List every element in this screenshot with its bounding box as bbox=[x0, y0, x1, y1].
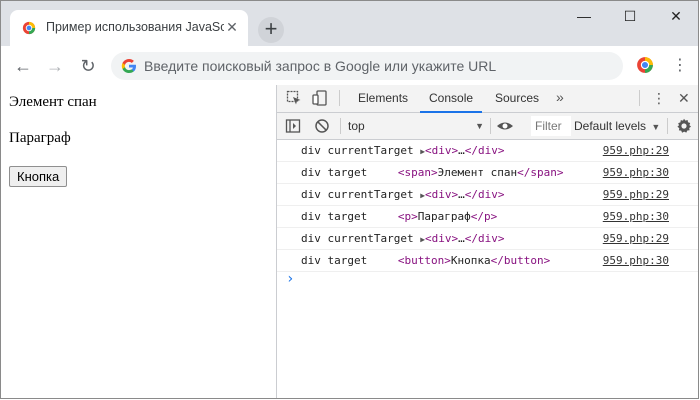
source-link[interactable]: 959.php:30 bbox=[603, 206, 669, 227]
favicon-icon bbox=[22, 21, 36, 35]
address-input-placeholder[interactable]: Введите поисковый запрос в Google или ук… bbox=[144, 58, 496, 74]
console-row: div target <span>Элемент спан</span> 959… bbox=[277, 162, 698, 184]
source-link[interactable]: 959.php:30 bbox=[603, 162, 669, 183]
gear-icon[interactable] bbox=[676, 118, 692, 134]
tab-close-icon[interactable]: ✕ bbox=[224, 19, 240, 35]
tag-open[interactable]: <div> bbox=[425, 188, 458, 201]
dropdown-arrow-icon: ▼ bbox=[475, 121, 484, 131]
tag-inner: … bbox=[458, 188, 465, 201]
toolbar-divider bbox=[340, 118, 341, 134]
page-button[interactable]: Кнопка bbox=[9, 166, 68, 187]
devtools-tab-bar: Elements Console Sources » ⋮ ✕ bbox=[277, 85, 698, 113]
page-viewport: Элемент спан Параграф Кнопка bbox=[1, 85, 276, 398]
tag-inner: Элемент спан bbox=[437, 166, 518, 179]
source-link[interactable]: 959.php:29 bbox=[603, 184, 669, 205]
log-prefix: div target bbox=[301, 210, 368, 223]
context-selector[interactable]: top ▼ bbox=[348, 116, 484, 136]
tag-inner: … bbox=[458, 232, 465, 245]
tag-close: </div> bbox=[464, 188, 505, 201]
tag-open[interactable]: <button> bbox=[398, 254, 451, 267]
extension-icon[interactable] bbox=[636, 56, 654, 74]
tag-open[interactable]: <p> bbox=[398, 210, 418, 223]
address-bar[interactable]: Введите поисковый запрос в Google или ук… bbox=[111, 52, 623, 80]
log-prefix: div target bbox=[301, 166, 368, 179]
close-window-button[interactable]: ✕ bbox=[653, 5, 698, 27]
minimize-button[interactable]: — bbox=[561, 5, 607, 27]
console-filter-input[interactable]: Filter bbox=[531, 116, 571, 136]
console-toolbar: top ▼ Filter Default levels ▼ bbox=[277, 113, 698, 140]
log-prefix: div target bbox=[301, 254, 368, 267]
forward-icon[interactable]: → bbox=[43, 54, 67, 78]
tag-inner: Параграф bbox=[417, 210, 471, 223]
log-prefix: div currentTarget bbox=[301, 144, 414, 157]
tag-inner: Кнопка bbox=[450, 254, 491, 267]
tab-console[interactable]: Console bbox=[419, 85, 483, 113]
source-link[interactable]: 959.php:29 bbox=[603, 140, 669, 161]
devtools-menu-icon[interactable]: ⋮ bbox=[652, 85, 666, 112]
inspect-element-icon[interactable] bbox=[286, 90, 302, 106]
log-levels-label: Default levels bbox=[574, 119, 647, 133]
reload-icon[interactable]: ↻ bbox=[76, 54, 100, 78]
console-row: div currentTarget ▶<div>…</div> 959.php:… bbox=[277, 140, 698, 162]
source-link[interactable]: 959.php:29 bbox=[603, 228, 669, 249]
log-prefix: div currentTarget bbox=[301, 188, 414, 201]
toolbar-divider bbox=[639, 90, 640, 106]
google-icon bbox=[121, 59, 136, 73]
browser-menu-icon[interactable]: ⋮ bbox=[670, 54, 690, 78]
console-sidebar-icon[interactable] bbox=[285, 118, 301, 134]
back-icon[interactable]: ← bbox=[11, 54, 35, 78]
tab-sources[interactable]: Sources bbox=[495, 85, 539, 112]
device-toolbar-icon[interactable] bbox=[312, 90, 328, 106]
source-link[interactable]: 959.php:30 bbox=[603, 250, 669, 271]
context-value: top bbox=[348, 119, 365, 133]
tab-strip: Пример использования JavaScript ✕ + — ☐ … bbox=[1, 1, 698, 46]
devtools-close-icon[interactable]: ✕ bbox=[678, 85, 690, 112]
toolbar-divider bbox=[490, 118, 491, 134]
clear-console-icon[interactable] bbox=[314, 118, 330, 134]
paragraph-element[interactable]: Параграф bbox=[9, 130, 71, 147]
console-prompt-icon[interactable]: › bbox=[286, 271, 294, 287]
tag-close: </p> bbox=[470, 210, 498, 223]
tab-title: Пример использования JavaScript bbox=[46, 20, 224, 34]
console-row: div target <button>Кнопка</button> 959.p… bbox=[277, 250, 698, 272]
tag-close: </div> bbox=[464, 144, 505, 157]
eye-icon[interactable] bbox=[496, 118, 514, 134]
tab-elements[interactable]: Elements bbox=[358, 85, 408, 112]
tag-close: </button> bbox=[490, 254, 551, 267]
browser-tab[interactable]: Пример использования JavaScript ✕ bbox=[10, 10, 248, 46]
dropdown-arrow-icon: ▼ bbox=[651, 122, 661, 132]
console-row: div currentTarget ▶<div>…</div> 959.php:… bbox=[277, 228, 698, 250]
console-messages: div currentTarget ▶<div>…</div> 959.php:… bbox=[277, 140, 698, 272]
more-tabs-icon[interactable]: » bbox=[556, 85, 564, 112]
toolbar-divider bbox=[667, 118, 668, 134]
tag-close: </span> bbox=[517, 166, 564, 179]
browser-window: Пример использования JavaScript ✕ + — ☐ … bbox=[0, 0, 699, 399]
browser-toolbar: ← → ↻ Введите поисковый запрос в Google … bbox=[1, 46, 698, 86]
new-tab-button[interactable]: + bbox=[258, 17, 284, 43]
span-element[interactable]: Элемент спан bbox=[9, 94, 97, 111]
toolbar-divider bbox=[339, 90, 340, 106]
maximize-button[interactable]: ☐ bbox=[607, 5, 653, 27]
console-row: div target <p>Параграф</p> 959.php:30 bbox=[277, 206, 698, 228]
log-levels-select[interactable]: Default levels ▼ bbox=[574, 116, 660, 136]
console-row: div currentTarget ▶<div>…</div> 959.php:… bbox=[277, 184, 698, 206]
tag-open[interactable]: <div> bbox=[425, 232, 458, 245]
tag-close: </div> bbox=[464, 232, 505, 245]
tag-open[interactable]: <span> bbox=[398, 166, 438, 179]
log-prefix: div currentTarget bbox=[301, 232, 414, 245]
devtools-panel: Elements Console Sources » ⋮ ✕ top ▼ Fil… bbox=[276, 85, 698, 398]
tag-inner: … bbox=[458, 144, 465, 157]
tag-open[interactable]: <div> bbox=[425, 144, 458, 157]
